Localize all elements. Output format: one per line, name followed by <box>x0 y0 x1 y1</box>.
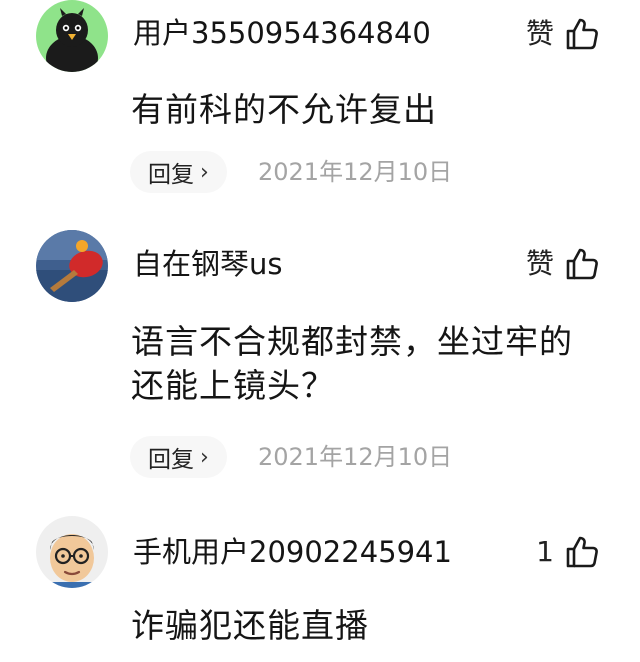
reply-button[interactable]: 回复 › <box>130 151 227 193</box>
reply-label: 回复 <box>148 447 194 473</box>
like-button[interactable]: 赞 <box>526 244 600 284</box>
username[interactable]: 自在钢琴us <box>133 244 283 284</box>
reply-button[interactable]: 回复 › <box>130 436 227 478</box>
chevron-right-icon: › <box>200 159 209 185</box>
username[interactable]: 手机用户20902245941 <box>133 532 452 572</box>
thumbs-up-icon <box>566 18 598 50</box>
avatar[interactable] <box>36 0 108 72</box>
like-label: 赞 <box>525 17 554 50</box>
avatar[interactable] <box>36 516 108 588</box>
ping-pong-avatar-icon <box>36 230 108 302</box>
comment-text: 语言不合规都封禁，坐过牢的还能上镜头？ <box>131 322 573 405</box>
comment-date: 2021年12月10日 <box>258 158 453 186</box>
chevron-right-icon: › <box>200 444 209 470</box>
like-label: 赞 <box>525 247 554 280</box>
thumbs-up-icon <box>566 248 598 280</box>
like-count: 1 <box>536 535 554 568</box>
comment-date: 2021年12月10日 <box>258 443 453 471</box>
like-button[interactable]: 赞 <box>526 14 600 54</box>
avatar[interactable] <box>36 230 108 302</box>
username[interactable]: 用户3550954364840 <box>133 13 431 53</box>
reply-label: 回复 <box>148 162 194 188</box>
comment-text: 诈骗犯还能直播 <box>131 606 369 645</box>
comment-item: 用户3550954364840 赞 有前科的不允许复出 回复 › 2021年12… <box>0 0 640 200</box>
cartoon-man-avatar-icon <box>36 516 108 588</box>
comment-text: 有前科的不允许复出 <box>131 90 437 129</box>
thumbs-up-icon <box>566 536 598 568</box>
comment-item: 自在钢琴us 赞 语言不合规都封禁，坐过牢的还能上镜头？ 回复 › 2021年1… <box>0 230 640 490</box>
comment-item: 手机用户20902245941 1 诈骗犯还能直播 <box>0 516 640 662</box>
like-button[interactable]: 1 <box>536 532 600 572</box>
penguin-avatar-icon <box>36 0 108 72</box>
